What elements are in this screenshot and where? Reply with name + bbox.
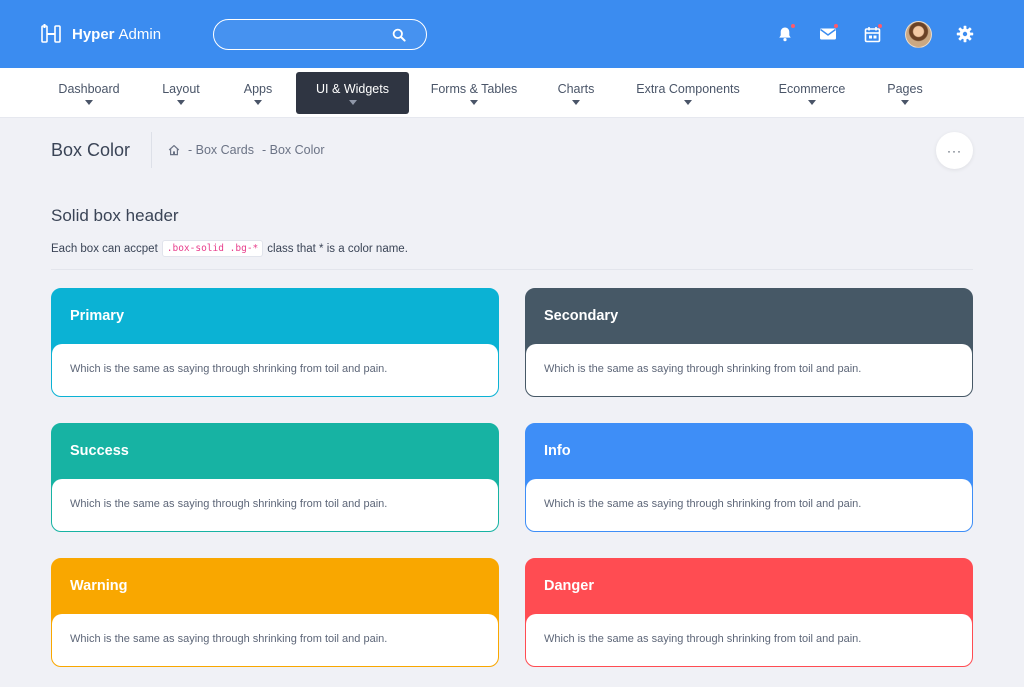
- chevron-down-icon: [254, 99, 262, 105]
- notifications-button[interactable]: [775, 24, 795, 44]
- box-title: Info: [544, 443, 571, 459]
- box-title: Danger: [544, 578, 594, 594]
- box-body: Which is the same as saying through shri…: [526, 614, 972, 666]
- chevron-down-icon: [348, 99, 357, 105]
- page-title: Box Color: [51, 140, 131, 160]
- gear-icon: [956, 25, 974, 43]
- breadcrumb-box-color: - Box Color: [262, 143, 325, 157]
- settings-button[interactable]: [955, 24, 975, 44]
- box-body: Which is the same as saying through shri…: [526, 344, 972, 396]
- box-title: Warning: [70, 578, 128, 594]
- section-divider: [51, 269, 973, 270]
- search-input[interactable]: [228, 26, 388, 44]
- nav-item-dashboard[interactable]: Dashboard: [50, 72, 128, 114]
- breadcrumb: - Box Cards - Box Color: [168, 143, 325, 157]
- top-bar: Hyper Admin: [0, 0, 1024, 68]
- breadcrumb-box-cards[interactable]: - Box Cards: [188, 143, 254, 157]
- messages-button[interactable]: [818, 24, 838, 44]
- chevron-down-icon: [85, 99, 93, 105]
- chevron-down-icon: [572, 99, 580, 105]
- box-body: Which is the same as saying through shri…: [52, 614, 498, 666]
- chevron-down-icon: [808, 99, 816, 105]
- box-primary: Primary Which is the same as saying thro…: [51, 288, 499, 397]
- search-box[interactable]: [213, 19, 427, 50]
- box-warning: Warning Which is the same as saying thro…: [51, 558, 499, 667]
- nav-item-apps[interactable]: Apps: [232, 72, 284, 114]
- chevron-down-icon: [901, 99, 909, 105]
- more-options-button[interactable]: ···: [936, 132, 973, 169]
- mail-icon: [820, 28, 836, 40]
- bell-icon: [779, 27, 791, 42]
- box-title: Secondary: [544, 308, 619, 324]
- box-body: Which is the same as saying through shri…: [52, 479, 498, 531]
- box-title: Success: [70, 443, 129, 459]
- nav-item-ui-widgets[interactable]: UI & Widgets: [296, 72, 409, 114]
- nav-item-layout[interactable]: Layout: [150, 72, 212, 114]
- home-icon[interactable]: [168, 144, 180, 156]
- user-avatar[interactable]: [905, 21, 932, 48]
- main-nav: Dashboard Layout Apps UI & Widgets Forms…: [0, 68, 1024, 118]
- calendar-dot: [878, 24, 882, 28]
- logo-icon: [41, 24, 61, 43]
- nav-item-forms-tables[interactable]: Forms & Tables: [426, 72, 522, 114]
- box-info: Info Which is the same as saying through…: [525, 423, 973, 532]
- brand-logo[interactable]: Hyper Admin: [40, 22, 161, 46]
- brand-name: Hyper Admin: [72, 25, 162, 43]
- chevron-down-icon: [684, 99, 692, 105]
- chevron-down-icon: [177, 99, 185, 105]
- nav-item-extra-components[interactable]: Extra Components: [630, 72, 746, 114]
- class-code-snippet: .box-solid .bg-*: [161, 240, 264, 257]
- notification-dot: [791, 24, 795, 28]
- chevron-down-icon: [470, 99, 478, 105]
- calendar-icon: [864, 26, 880, 42]
- box-danger: Danger Which is the same as saying throu…: [525, 558, 973, 667]
- nav-item-pages[interactable]: Pages: [878, 72, 932, 114]
- section-title: Solid box header: [51, 206, 179, 225]
- header-divider: [151, 132, 152, 168]
- box-body: Which is the same as saying through shri…: [526, 479, 972, 531]
- nav-item-charts[interactable]: Charts: [548, 72, 604, 114]
- section-description: Each box can accpet .box-solid .bg-* cla…: [51, 240, 408, 257]
- calendar-button[interactable]: [862, 24, 882, 44]
- box-success: Success Which is the same as saying thro…: [51, 423, 499, 532]
- message-dot: [834, 24, 838, 28]
- box-body: Which is the same as saying through shri…: [52, 344, 498, 396]
- box-secondary: Secondary Which is the same as saying th…: [525, 288, 973, 397]
- search-icon[interactable]: [392, 28, 406, 42]
- nav-item-ecommerce[interactable]: Ecommerce: [772, 72, 852, 114]
- box-title: Primary: [70, 308, 125, 324]
